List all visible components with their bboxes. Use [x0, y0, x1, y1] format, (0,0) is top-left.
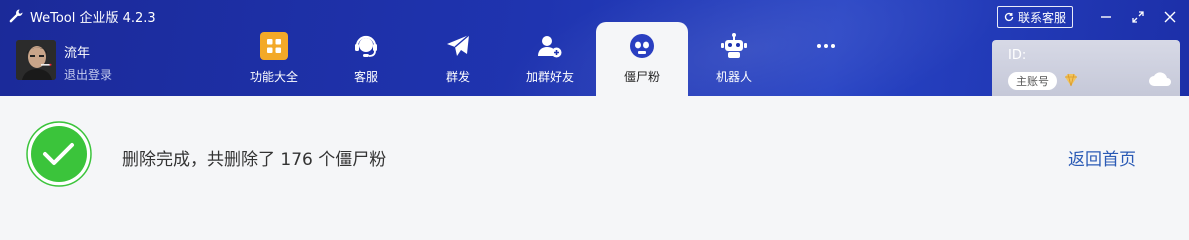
tab-features-label: 功能大全 — [249, 70, 298, 84]
tab-customer-service-label: 客服 — [353, 70, 378, 84]
minimize-icon — [1101, 16, 1111, 18]
app-title: WeTool 企业版 4.2.3 — [8, 6, 156, 26]
close-button[interactable] — [1163, 10, 1177, 24]
tab-features[interactable]: 功能大全 — [228, 22, 320, 96]
cloud-icon — [1149, 72, 1171, 86]
minimize-button[interactable] — [1099, 10, 1113, 24]
title-bar: WeTool 企业版 4.2.3 联系客服 流年 退出登录 功能大全 客服 群发… — [0, 0, 1189, 96]
send-icon — [447, 34, 470, 56]
contact-support-button[interactable]: 联系客服 — [996, 6, 1073, 28]
main-nav: 功能大全 客服 群发 加群好友 僵尸粉 机器人 — [228, 22, 872, 96]
more-icon — [817, 44, 835, 48]
tab-add-group-friends-label: 加群好友 — [525, 70, 574, 84]
tab-customer-service[interactable]: 客服 — [320, 22, 412, 96]
wrench-icon — [9, 9, 23, 23]
add-friend-icon — [538, 36, 562, 58]
user-panel: 流年 退出登录 — [16, 40, 112, 83]
window-controls: 联系客服 — [996, 6, 1177, 28]
tab-robot-label: 机器人 — [715, 70, 752, 84]
avatar[interactable] — [16, 40, 56, 80]
back-home-link[interactable]: 返回首页 — [1068, 145, 1136, 170]
avatar-image — [16, 40, 56, 80]
tab-broadcast-label: 群发 — [445, 70, 470, 84]
grid-icon — [260, 32, 288, 60]
tab-zombie-fans-label: 僵尸粉 — [623, 70, 660, 84]
main-account-badge: 主账号 — [1008, 72, 1057, 90]
app-title-text: WeTool 企业版 4.2.3 — [30, 10, 156, 26]
account-card[interactable]: ID: 主账号 — [992, 40, 1180, 96]
logout-link[interactable]: 退出登录 — [64, 66, 112, 83]
check-circle-icon — [26, 121, 92, 187]
tab-add-group-friends[interactable]: 加群好友 — [504, 22, 596, 96]
account-id-label: ID: — [1008, 48, 1027, 63]
tab-robot[interactable]: 机器人 — [688, 22, 780, 96]
user-name: 流年 — [64, 46, 91, 61]
result-message: 删除完成，共删除了 176 个僵尸粉 — [122, 150, 387, 170]
robot-icon — [721, 33, 747, 58]
diamond-icon — [1065, 73, 1077, 87]
maximize-button[interactable] — [1131, 10, 1145, 24]
close-icon — [1164, 11, 1176, 23]
tab-zombie-fans[interactable]: 僵尸粉 — [596, 22, 688, 96]
more-button[interactable] — [780, 22, 872, 96]
skull-icon — [630, 34, 654, 58]
expand-icon — [1132, 11, 1144, 23]
refresh-icon — [1004, 12, 1014, 22]
result-panel: 删除完成，共删除了 176 个僵尸粉 返回首页 — [0, 96, 1189, 211]
contact-support-label: 联系客服 — [1017, 10, 1066, 25]
tab-broadcast[interactable]: 群发 — [412, 22, 504, 96]
headset-icon — [355, 35, 377, 57]
